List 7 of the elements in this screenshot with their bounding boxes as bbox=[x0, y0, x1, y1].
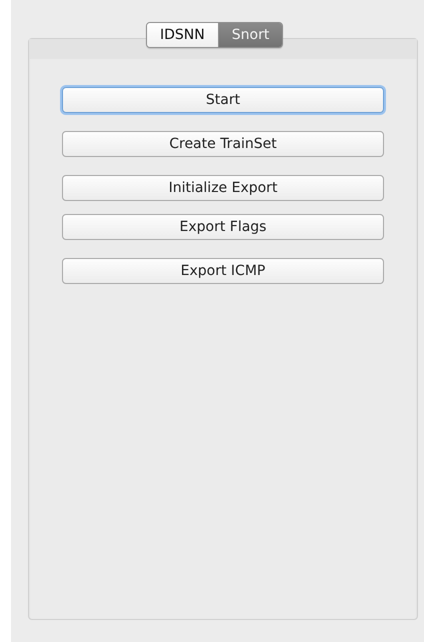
action-button[interactable]: Create TrainSet bbox=[62, 131, 384, 157]
action-button[interactable]: Export Flags bbox=[62, 214, 384, 240]
tab[interactable]: Snort bbox=[218, 23, 282, 47]
action-button[interactable]: Export ICMP bbox=[62, 258, 384, 284]
action-button[interactable]: Initialize Export bbox=[62, 175, 384, 201]
action-button[interactable]: Start bbox=[62, 87, 384, 113]
tab[interactable]: IDSNN bbox=[147, 23, 218, 47]
